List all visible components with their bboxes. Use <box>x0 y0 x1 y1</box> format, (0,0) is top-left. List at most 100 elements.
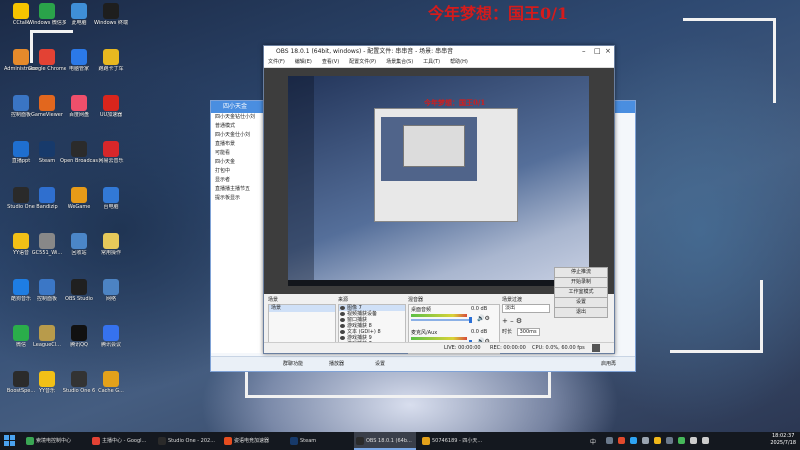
chat-toolbar: 群聊功能 播放器 设置 启用再 <box>211 356 635 371</box>
chat-list-item[interactable]: 提示板显示 <box>211 194 265 203</box>
obs-menu-item[interactable]: 帮助(H) <box>450 57 468 67</box>
nested-obs-preview <box>374 108 518 222</box>
scene-item[interactable]: 场景 <box>269 305 335 312</box>
app-icon <box>13 3 29 19</box>
clock-date: 2025/7/18 <box>770 440 796 446</box>
app-icon <box>103 371 119 387</box>
taskbar-app-label: Studio One - 202... <box>168 438 215 444</box>
eye-icon[interactable] <box>340 336 345 340</box>
obs-menu-item[interactable]: 场景集合(S) <box>386 57 413 67</box>
app-icon <box>13 325 29 341</box>
chat-list-item[interactable]: 四小天金 <box>211 158 265 167</box>
taskbar-app-button[interactable]: 索境电控制中心 <box>24 432 98 450</box>
desktop-icon[interactable]: Cache G... <box>92 371 130 403</box>
chat-tool-button[interactable]: 启用再 <box>601 360 616 367</box>
obs-menu-item[interactable]: 查看(V) <box>322 57 339 67</box>
taskbar-app-button[interactable]: OBS 18.0.1 (64b... <box>354 432 416 450</box>
app-icon <box>71 233 87 249</box>
obs-status-bar: LIVE: 00:00:00 REC: 00:00:00 CPU: 0.0%, … <box>264 342 614 353</box>
duration-input[interactable]: 300ms <box>516 328 540 336</box>
taskbar-app-button[interactable]: 50746189 - 四小天... <box>420 432 494 450</box>
desktop-icon[interactable]: 台电脑 <box>92 187 130 219</box>
obs-titlebar[interactable]: OBS 18.0.1 (64bit, windows) - 配置文件: 串串音 … <box>264 46 614 57</box>
desktop-icon-label: UU加速器 <box>99 112 123 118</box>
app-icon <box>103 141 119 157</box>
taskbar-app-label: 索境电控制中心 <box>36 438 72 444</box>
live-time: LIVE: 00:00:00 <box>444 345 481 351</box>
desktop-icon[interactable]: 腾讯会议 <box>92 325 130 357</box>
taskbar-app-icon <box>224 437 232 445</box>
clock[interactable]: 18:02:37 2025/7/18 <box>770 433 796 447</box>
app-icon <box>39 3 55 19</box>
speaker-icon[interactable]: 🔊⚙ <box>477 315 490 322</box>
transition-select[interactable]: 淡出 <box>502 304 550 313</box>
desktop-icon[interactable]: 常用操作 <box>92 233 130 265</box>
obs-menu-item[interactable]: 工具(T) <box>423 57 440 67</box>
chat-list-item[interactable]: 显示者 <box>211 176 265 185</box>
taskbar-app-button[interactable]: Steam <box>288 432 362 450</box>
obs-menu-bar: 文件(F) 编辑(E) 查看(V) 配置文件(P) 场景集合(S) 工具(T) 帮助(H) <box>264 57 614 68</box>
desktop-icon[interactable]: Windows 终端 <box>92 3 130 35</box>
chat-list-item[interactable]: 直播布景 <box>211 140 265 149</box>
volume-slider[interactable] <box>411 319 469 321</box>
preview-capture: 今年梦想：国王0/1 <box>288 76 589 286</box>
chat-tool-button[interactable]: 设置 <box>375 360 385 367</box>
chat-list-item[interactable]: 四小天金钻仕小刘 <box>211 113 265 122</box>
taskbar-app-button[interactable]: 姿语电竞加速器 <box>222 432 296 450</box>
obs-preview[interactable]: 今年梦想：国王0/1 <box>264 68 614 294</box>
sources-panel-title: 来源 <box>338 297 349 303</box>
app-icon <box>39 371 55 387</box>
minimize-icon[interactable]: – <box>582 46 586 57</box>
taskbar-app-label: 50746189 - 四小天... <box>432 438 483 444</box>
taskbar-app-label: 姿语电竞加速器 <box>234 438 270 444</box>
chat-tool-button[interactable]: 群聊功能 <box>283 360 303 367</box>
transition-add-icon[interactable]: + – ⚙ <box>502 317 550 325</box>
desktop-icon-label: Cache G... <box>98 388 124 394</box>
app-icon <box>71 187 87 203</box>
transitions-panel: 淡出 + – ⚙ 时长 300ms <box>502 304 550 344</box>
windows-start-icon[interactable] <box>4 435 15 446</box>
app-icon <box>39 279 55 295</box>
desktop-icon[interactable]: UU加速器 <box>92 95 130 127</box>
app-icon <box>103 233 119 249</box>
close-icon[interactable]: × <box>605 46 611 57</box>
sources-list[interactable]: 图像 7视频捕获设备窗口捕获游戏捕获 8文本 (GDI+) 8游戏捕获 9游戏捕… <box>338 304 406 347</box>
eye-icon[interactable] <box>340 306 345 310</box>
chat-list-item[interactable]: 四小天金仕小刘 <box>211 131 265 140</box>
taskbar-app-button[interactable]: Studio One - 202... <box>156 432 230 450</box>
app-icon <box>13 187 29 203</box>
eye-icon[interactable] <box>340 318 345 322</box>
chat-list-item[interactable]: 直播播主播节五 <box>211 185 265 194</box>
desktop-icon-label: Windows 终端 <box>94 20 128 26</box>
desktop-icon[interactable]: 网络 <box>92 279 130 311</box>
chat-list-item[interactable]: 普通模式 <box>211 122 265 131</box>
obs-menu-item[interactable]: 配置文件(P) <box>349 57 376 67</box>
desktop-icon-label: 网络 <box>105 296 116 302</box>
obs-menu-item[interactable]: 编辑(E) <box>295 57 312 67</box>
maximize-icon[interactable]: □ <box>594 46 601 57</box>
chat-tool-button[interactable]: 播放器 <box>329 360 344 367</box>
app-icon <box>39 187 55 203</box>
desktop-icon[interactable]: 跑跑卡丁车 <box>92 49 130 81</box>
chat-list-item[interactable]: 打包中 <box>211 167 265 176</box>
chat-contact-list[interactable]: 四小天金钻仕小刘 普通模式 四小天金仕小刘 直播布景 可能看 四小天金 打包中 显示者 直播播主… <box>211 113 266 353</box>
chat-list-item[interactable]: 可能看 <box>211 149 265 158</box>
volume-slider-handle[interactable] <box>469 317 472 323</box>
desktop-icon[interactable]: 网易云音乐 <box>92 141 130 173</box>
app-icon <box>39 325 55 341</box>
mixer-panel-title: 混音器 <box>408 297 424 303</box>
scenes-list[interactable]: 场景 <box>268 304 336 344</box>
eye-icon[interactable] <box>340 312 345 316</box>
obs-window[interactable]: OBS 18.0.1 (64bit, windows) - 配置文件: 串串音 … <box>263 45 615 354</box>
wallpaper-motto: 今年梦想：国王0/1 <box>428 4 569 23</box>
eye-icon[interactable] <box>340 324 345 328</box>
mixer-track-db: 0.0 dB <box>471 329 488 335</box>
obs-menu-item[interactable]: 文件(F) <box>268 57 285 67</box>
taskbar-app-button[interactable]: 主播中心 - Googl... <box>90 432 164 450</box>
app-icon <box>71 325 87 341</box>
system-tray-icons[interactable] <box>606 437 726 445</box>
eye-icon[interactable] <box>340 330 345 334</box>
exit-button[interactable]: 退出 <box>554 307 608 318</box>
input-method-indicator[interactable]: 中 <box>590 437 596 446</box>
desktop-icon-label: 常用操作 <box>100 250 121 256</box>
